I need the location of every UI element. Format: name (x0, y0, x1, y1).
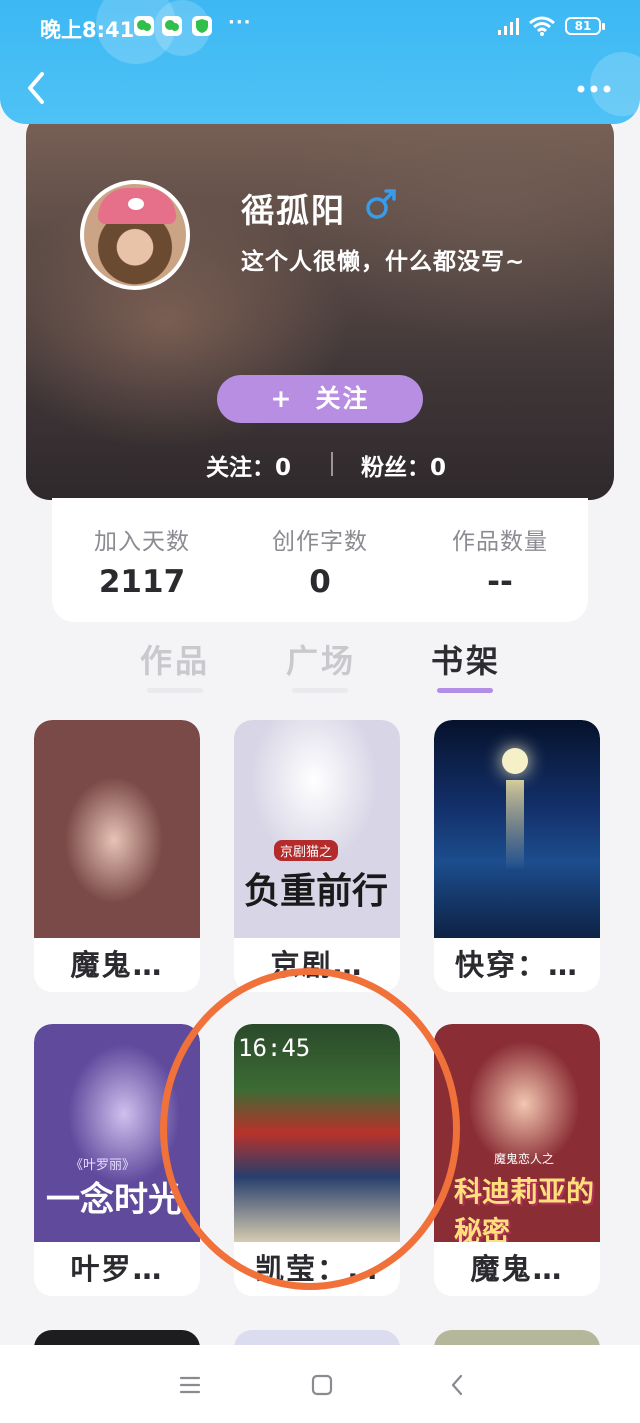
tab-bookshelf[interactable]: 书架 (431, 636, 501, 682)
tab-works[interactable]: 作品 (140, 636, 210, 682)
plus-icon: + (270, 384, 294, 413)
status-time: 晚上8:41 (40, 18, 135, 42)
battery-level: 81 (574, 19, 592, 33)
cover-subtitle: 京剧猫之 (274, 840, 339, 861)
moon-graphic (502, 748, 528, 774)
male-gender-icon (366, 189, 396, 219)
cover-title: 科迪莉亚的秘密 (454, 1175, 595, 1242)
signal-icon (498, 18, 519, 35)
profile-bio: 这个人很懒，什么都没写~ (241, 249, 526, 275)
book-cover: 京剧猫之 负重前行 (234, 720, 400, 938)
avatar-cap (98, 188, 176, 224)
tab-works-indicator (147, 688, 203, 693)
more-menu-button[interactable] (576, 82, 612, 96)
stats-card: 加入天数 2117 创作字数 0 作品数量 -- (52, 498, 588, 622)
book-title: 叶罗… (70, 1252, 164, 1286)
wifi-icon (529, 16, 555, 36)
book-card[interactable]: 16:45 凯莹：… (234, 1024, 400, 1296)
tab-bookshelf-indicator (437, 688, 493, 693)
cover-title: 一念时光 (46, 1180, 182, 1220)
stat-label: 创作字数 (272, 529, 368, 555)
status-bar: 晚上8:41 ··· 81 (0, 0, 640, 52)
book-title: 凯莹：… (254, 1252, 379, 1286)
fans-count[interactable]: 粉丝：0 (361, 448, 446, 482)
avatar[interactable] (80, 180, 190, 290)
cover-clock: 16:45 (238, 1034, 311, 1062)
stat-value: 0 (309, 564, 331, 600)
wechat-icon (162, 16, 182, 36)
cover-title: 负重前行 (244, 870, 389, 912)
book-cover (434, 720, 600, 938)
book-title: 魔鬼… (470, 1252, 564, 1286)
back-button[interactable] (22, 70, 52, 106)
book-card[interactable]: 魔鬼… (34, 720, 200, 992)
shield-icon (192, 16, 212, 36)
book-title: 魔鬼… (70, 948, 164, 982)
more-notifications-icon: ··· (228, 12, 252, 33)
book-cover (34, 720, 200, 938)
menu-icon[interactable] (176, 1371, 204, 1399)
tab-square[interactable]: 广场 (286, 636, 356, 682)
book-card[interactable]: 京剧猫之 负重前行 京剧… (234, 720, 400, 992)
follow-button[interactable]: + 关注 (217, 375, 423, 423)
book-cover: 16:45 (234, 1024, 400, 1242)
follow-label: 关注 (315, 384, 370, 413)
battery-icon: 81 (565, 17, 605, 35)
moonlight-graphic (506, 780, 524, 870)
book-cover: 魔鬼恋人之 科迪莉亚的秘密 (434, 1024, 600, 1242)
book-title: 京剧… (270, 948, 364, 982)
book-title: 快穿：… (454, 948, 579, 982)
book-card[interactable]: 魔鬼恋人之 科迪莉亚的秘密 魔鬼… (434, 1024, 600, 1296)
stat-join-days: 加入天数 2117 (52, 522, 232, 600)
stat-works-count: 作品数量 -- (410, 522, 590, 600)
back-nav-icon[interactable] (444, 1371, 472, 1399)
stat-value: 2117 (98, 564, 186, 600)
stat-label: 加入天数 (94, 529, 190, 555)
tab-square-indicator (292, 688, 348, 693)
book-card[interactable]: 《叶罗丽》 一念时光 叶罗… (34, 1024, 200, 1296)
book-card[interactable]: 快穿：… (434, 720, 600, 992)
stat-value: -- (487, 564, 513, 600)
counts-divider (331, 452, 333, 476)
book-cover: 《叶罗丽》 一念时光 (34, 1024, 200, 1242)
system-nav-bar (0, 1345, 640, 1423)
cover-subtitle: 魔鬼恋人之 (494, 1152, 555, 1166)
profile-nickname: 徭孤阳 (241, 191, 346, 230)
stat-label: 作品数量 (452, 529, 548, 555)
profile-header: 徭孤阳 这个人很懒，什么都没写~ + 关注 关注：0 粉丝：0 (26, 112, 614, 500)
home-icon[interactable] (308, 1371, 336, 1399)
top-app-bar: 晚上8:41 ··· 81 (0, 0, 640, 124)
following-count[interactable]: 关注：0 (206, 448, 291, 482)
cover-subtitle: 《叶罗丽》 (70, 1158, 136, 1173)
wechat-icon (134, 16, 154, 36)
follow-counts: 关注：0 粉丝：0 (26, 448, 614, 482)
stat-word-count: 创作字数 0 (230, 522, 410, 600)
